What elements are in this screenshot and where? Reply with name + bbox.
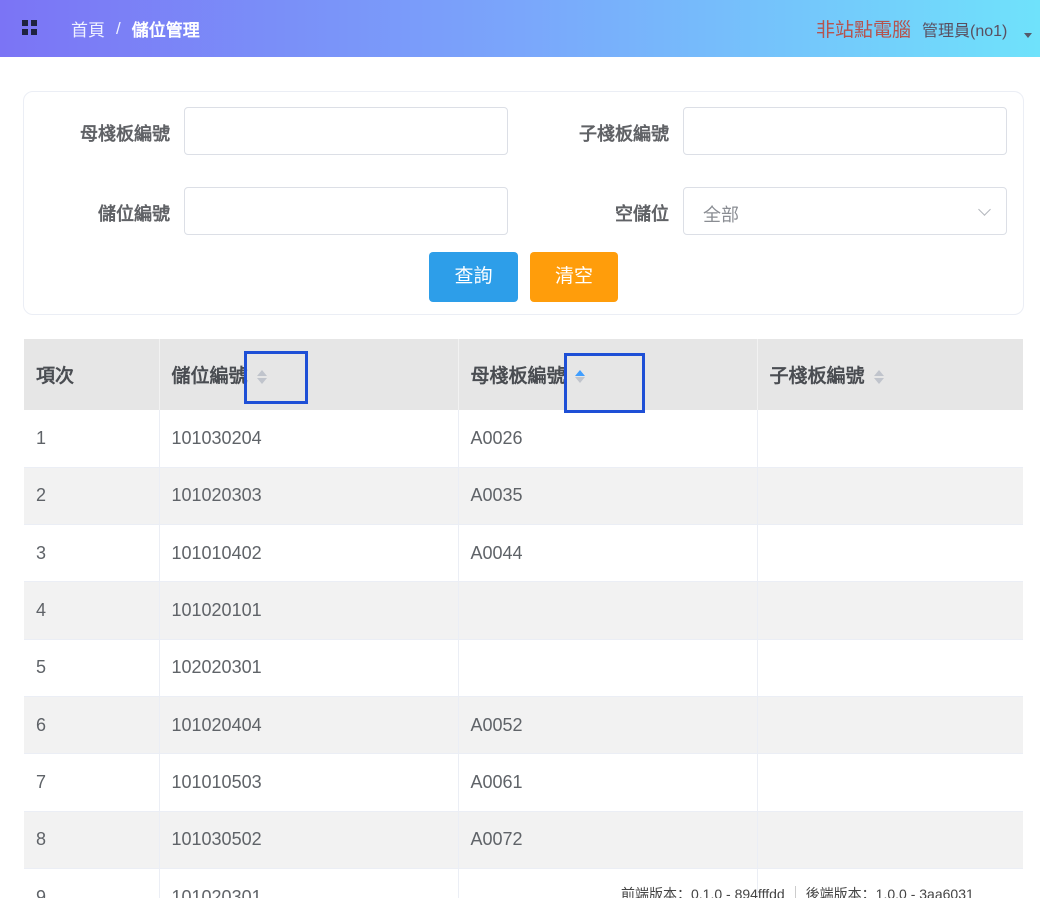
table-row[interactable]: 3 101010402 A0044 [24,524,1023,583]
query-button[interactable]: 查詢 [429,252,518,302]
cell-child-board [757,467,1023,526]
breadcrumb-current: 儲位管理 [131,21,200,40]
cell-mother-board: A0035 [458,467,758,526]
column-header-child-board[interactable]: 子棧板編號 [757,339,1023,410]
cell-location: 101020101 [159,581,459,640]
cell-index: 6 [24,696,160,755]
empty-location-label: 空儲位 [615,204,669,224]
column-header-location[interactable]: 儲位編號 [159,339,459,410]
menu-grid-cell [31,29,37,35]
clear-button[interactable]: 清空 [530,252,618,302]
cell-child-board [757,811,1023,869]
cell-child-board [757,639,1023,697]
caret-down-icon[interactable] [1024,33,1032,38]
cell-child-board [757,696,1023,755]
cell-mother-board: A0061 [458,753,758,812]
cell-index: 3 [24,524,160,583]
frontend-version: 前端版本：0.1.0 - 894fffdd [621,886,785,898]
location-label: 儲位編號 [98,204,170,224]
cell-child-board [757,753,1023,812]
table-row[interactable]: 6 101020404 A0052 [24,696,1023,755]
cell-mother-board: A0052 [458,696,758,755]
sort-icon[interactable] [873,367,885,387]
table-row[interactable]: 2 101020303 A0035 [24,467,1023,526]
location-input[interactable] [184,187,508,235]
cell-index: 8 [24,811,160,869]
table-row[interactable]: 7 101010503 A0061 [24,753,1023,812]
cell-location: 101020404 [159,696,459,755]
empty-location-select[interactable]: 全部 [683,187,1007,235]
cell-location: 101010402 [159,524,459,583]
column-header-label: 儲位編號 [171,366,248,387]
cell-index: 5 [24,639,160,697]
cell-mother-board [458,581,758,640]
mother-board-label: 母棧板編號 [80,124,170,144]
column-header-index: 項次 [24,339,160,410]
breadcrumb-home-link[interactable]: 首頁 [71,16,105,41]
cell-child-board [757,410,1023,468]
cell-location: 102020301 [159,639,459,697]
user-menu[interactable]: 管理員(no1) [922,17,1007,41]
menu-grid-icon[interactable] [22,20,37,35]
version-footer: 前端版本：0.1.0 - 894fffdd 後端版本：1.0.0 - 3aa60… [621,884,974,898]
cell-location: 101020303 [159,467,459,526]
cell-index: 1 [24,410,160,468]
column-header-label: 母棧板編號 [470,366,566,387]
menu-grid-cell [31,20,37,26]
column-header-label: 項次 [36,366,75,387]
breadcrumb-separator: / [116,18,121,38]
cell-child-board [757,524,1023,583]
search-panel: 母棧板編號 子棧板編號 儲位編號 空儲位 全部 [23,91,1024,315]
cell-index: 9 [24,868,160,898]
cell-index: 7 [24,753,160,812]
company-name: 非站點電腦 [816,20,912,41]
cell-location: 101030502 [159,811,459,869]
menu-grid-cell [22,20,28,26]
cell-mother-board [458,639,758,697]
sort-icon[interactable] [574,367,586,387]
cell-mother-board: A0026 [458,410,758,468]
cell-location: 101030204 [159,410,459,468]
table-row[interactable]: 4 101020101 [24,581,1023,640]
table-row[interactable]: 8 101030502 A0072 [24,811,1023,869]
child-board-label: 子棧板編號 [579,124,669,144]
cell-location: 101010503 [159,753,459,812]
child-board-input[interactable] [683,107,1007,155]
cell-index: 2 [24,467,160,526]
cell-child-board [757,581,1023,640]
table-row[interactable]: 5 102020301 [24,639,1023,697]
version-divider [794,886,796,898]
mother-board-input[interactable] [184,107,508,155]
menu-grid-cell [22,29,28,35]
backend-version: 後端版本：1.0.0 - 3aa6031 [805,886,974,898]
cell-mother-board: A0072 [458,811,758,869]
breadcrumb: 首頁 / 儲位管理 [71,16,200,41]
chevron-down-icon [978,203,991,216]
column-header-label: 子棧板編號 [769,366,865,387]
empty-location-selected: 全部 [703,205,739,225]
cell-location: 101020301 [159,868,459,898]
table-row[interactable]: 1 101030204 A0026 [24,410,1023,468]
storage-table: 項次 儲位編號 母棧板編號 子棧板編號 1 101030204 A0026 2 101… [24,339,1023,898]
sort-icon[interactable] [256,367,268,387]
column-header-mother-board[interactable]: 母棧板編號 [458,339,758,410]
cell-index: 4 [24,581,160,640]
top-header: 首頁 / 儲位管理 非站點電腦 管理員(no1) [0,0,1040,57]
cell-mother-board: A0044 [458,524,758,583]
